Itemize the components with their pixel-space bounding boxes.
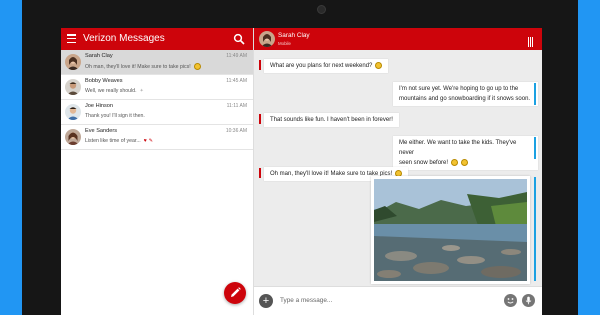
conversation-list-pane: Verizon Messages Sarah Clay Oh man, they… [61,28,254,315]
emoji-icon[interactable] [504,294,517,307]
conversation-item[interactable]: Joe Hinson Thank you! I'll sign it then.… [61,100,253,125]
outgoing-marker [534,177,536,281]
incoming-marker [259,60,261,70]
mic-icon[interactable] [522,294,535,307]
conversation-time: 11:45 AM [226,78,247,84]
message-input[interactable]: Type a message... [280,297,332,304]
avatar [65,104,81,120]
message-bubble[interactable]: I'm not sure yet. We're hoping to go up … [393,82,538,106]
avatar [65,129,81,145]
smile-emoji-icon [375,61,383,69]
smile-emoji-icon [193,63,201,70]
conversation-item[interactable]: Eve Sanders Listen like time of year... ♥… [61,125,253,150]
message-bubble[interactable]: What are you plans for next weekend? [264,59,389,73]
message-bubble[interactable]: That sounds like fun. I haven't been in … [264,113,399,127]
incoming-marker [259,168,261,178]
conversation-time: 11:11 AM [226,103,247,109]
message-thread: What are you plans for next weekend? I'm… [254,50,542,286]
face-emoji-icon [451,158,459,166]
photo-message[interactable] [371,176,530,284]
conversation-name: Joe Hinson [85,103,113,109]
conversation-preview: Oh man, they'll love it! Make sure to ta… [85,63,201,70]
contact-subtitle: Mobile [278,41,291,46]
conversation-preview: Well, we really should. ✦ [85,88,144,94]
conversation-time: 10:36 AM [225,128,247,134]
conversation-name: Bobby Weaves [85,78,123,84]
contact-name: Sarah Clay [278,32,310,39]
message-bubble[interactable]: Me either. We want to take the kids. The… [393,136,538,170]
landscape-photo [374,179,527,281]
conversation-name: Eve Sanders [85,128,118,134]
app-screen: Verizon Messages Sarah Clay Oh man, they… [61,28,542,315]
add-icon[interactable]: + [259,294,273,308]
app-header: Verizon Messages [61,28,253,50]
pepper-icon: ✎ [148,138,154,144]
sparkle-icon: ✦ [139,88,144,94]
composer-bar: + Type a message... [254,286,542,315]
avatar [65,79,81,95]
conversation-preview: Thank you! I'll sign it then. [85,113,145,119]
conversation-name: Sarah Clay [85,53,113,59]
conversation-time: 11:49 AM [226,53,247,59]
avatar [259,31,275,47]
conversation-item[interactable]: Bobby Weaves Well, we really should. ✦ 11… [61,75,253,100]
app-title: Verizon Messages [83,33,165,44]
chat-header: Sarah Clay Mobile [254,28,542,50]
chat-pane: Sarah Clay Mobile What are you plans for… [254,28,542,315]
camera-icon [317,5,326,14]
outgoing-marker [534,137,536,159]
search-icon[interactable] [233,33,245,45]
overflow-icon[interactable] [528,34,534,47]
conversation-preview: Listen like time of year... ♥ ✎ [85,138,154,144]
incoming-marker [259,114,261,124]
compose-button[interactable] [224,282,246,304]
avatar [65,54,81,70]
compose-icon [231,287,241,297]
conversation-item[interactable]: Sarah Clay Oh man, they'll love it! Make… [61,50,253,75]
menu-icon[interactable] [67,34,76,44]
heart-icon: ♥ [143,138,147,144]
face-emoji-icon [461,158,469,166]
outgoing-marker [534,83,536,105]
